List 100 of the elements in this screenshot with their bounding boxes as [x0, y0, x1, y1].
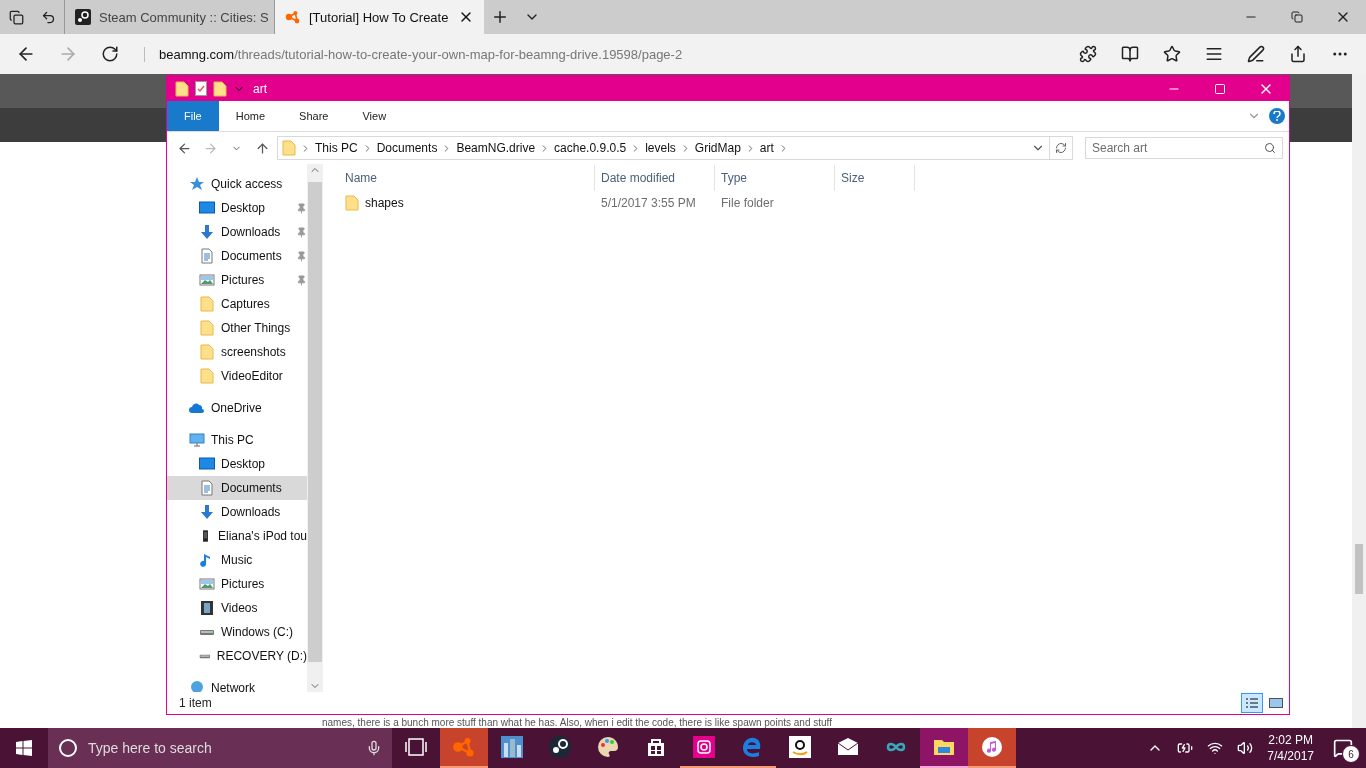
desktop-icon	[199, 456, 215, 472]
post-text: names, there is a bunch more stuff than what he has. Also, when i edit the code, there is like spawn points and stuff	[321, 717, 833, 728]
clock-date[interactable]: 7/4/2017	[1267, 748, 1314, 764]
pictures-icon	[199, 272, 215, 288]
scrollbar[interactable]	[1352, 74, 1366, 728]
nav-item[interactable]: Videos	[167, 596, 307, 620]
ribbon-tab[interactable]: Home	[218, 101, 283, 131]
browser-tab[interactable]: [Tutorial] How To Create	[274, 0, 484, 34]
action-center-button[interactable]: 6	[1328, 733, 1358, 763]
steam-icon	[75, 9, 91, 25]
breadcrumb[interactable]: art	[759, 141, 774, 155]
nav-item[interactable]: Eliana's iPod tou	[167, 524, 307, 548]
globe-icon	[189, 680, 205, 692]
column-header[interactable]: Size	[835, 165, 915, 191]
restore-icon[interactable]	[1291, 11, 1303, 23]
document-icon	[199, 248, 215, 264]
folder-icon	[282, 140, 296, 156]
nav-item[interactable]: Desktop	[167, 452, 307, 476]
nav-item[interactable]: Desktop	[167, 196, 307, 220]
new-tab-icon[interactable]	[491, 8, 509, 26]
help-icon[interactable]	[1269, 108, 1285, 124]
nav-item[interactable]: Downloads	[167, 220, 307, 244]
shopping-icon	[788, 735, 812, 759]
nav-item[interactable]: Captures	[167, 292, 307, 316]
nav-item[interactable]: Pictures	[167, 268, 307, 292]
breadcrumb[interactable]: cache.0.9.0.5	[554, 141, 627, 155]
folder-icon	[345, 195, 359, 211]
pen-icon[interactable]	[1247, 45, 1265, 63]
nav-item[interactable]: OneDrive	[167, 396, 307, 420]
taskbar-app[interactable]	[920, 728, 968, 768]
back-icon[interactable]	[176, 140, 192, 156]
clock-time[interactable]: 2:02 PM	[1268, 732, 1313, 748]
details-view-button[interactable]	[1241, 693, 1263, 713]
taskbar-search-field[interactable]: Type here to search	[48, 728, 392, 768]
cortana-circle-icon	[58, 738, 78, 758]
window-title: art	[253, 81, 268, 96]
search-field[interactable]: Search art	[1085, 137, 1283, 159]
nav-item[interactable]: Documents	[167, 476, 307, 500]
column-header[interactable]: Type	[715, 165, 835, 191]
maximize-icon[interactable]	[1214, 82, 1226, 95]
camera-icon	[692, 735, 716, 759]
up-icon[interactable]	[254, 140, 270, 156]
battery-icon[interactable]	[1177, 740, 1194, 756]
city-icon	[500, 735, 524, 759]
download-icon	[199, 224, 215, 240]
breadcrumb[interactable]: This PC	[315, 141, 358, 155]
notifications-icon	[1333, 738, 1353, 758]
palette-icon	[596, 735, 620, 759]
folder-icon	[199, 320, 215, 336]
desktop-icon	[199, 200, 215, 216]
nav-item[interactable]: VideoEditor	[167, 364, 307, 388]
breadcrumb[interactable]: BeamNG.drive	[456, 141, 536, 155]
date-modified: 5/1/2017 3:55 PM	[600, 196, 697, 210]
breadcrumb[interactable]: levels	[645, 141, 676, 155]
film-icon	[199, 600, 215, 616]
star-icon[interactable]	[1163, 45, 1181, 63]
nav-item[interactable]: Other Things	[167, 316, 307, 340]
breadcrumb[interactable]: Documents	[376, 141, 438, 155]
pictures-icon	[199, 576, 215, 592]
star-icon	[189, 176, 205, 192]
ribbon-tab[interactable]: View	[345, 101, 404, 131]
tabs-icon[interactable]	[8, 9, 24, 25]
file-name[interactable]: shapes	[339, 195, 595, 211]
puzzle-icon[interactable]	[1079, 45, 1097, 63]
properties-icon[interactable]	[195, 81, 207, 96]
nav-item[interactable]: Pictures	[167, 572, 307, 596]
nav-item[interactable]: screenshots	[167, 340, 307, 364]
drive-icon	[199, 652, 211, 660]
drive-icon	[199, 628, 215, 636]
monitor-icon	[189, 432, 205, 448]
nav-item[interactable]: Music	[167, 548, 307, 572]
ribbon-tab[interactable]: Share	[282, 101, 346, 131]
download-icon	[199, 504, 215, 520]
nav-item[interactable]: Documents	[167, 244, 307, 268]
set-aside-icon[interactable]	[40, 9, 56, 25]
nav-item[interactable]: RECOVERY (D:)	[167, 644, 307, 668]
nav-item[interactable]: Quick access	[167, 172, 307, 196]
hub-icon[interactable]	[1205, 45, 1223, 63]
nav-item[interactable]: Downloads	[167, 500, 307, 524]
document-icon	[199, 480, 215, 496]
share-icon[interactable]	[1289, 45, 1307, 63]
nav-item[interactable]: Network	[167, 676, 307, 692]
address-field[interactable]: This PC Documents BeamNG.drive cache.0.9.0.5 levels GridMap art	[277, 136, 1073, 160]
file-menu-button[interactable]: File	[167, 101, 219, 131]
file-type: File folder	[720, 196, 775, 210]
folder-icon	[199, 344, 215, 360]
book-icon[interactable]	[1121, 45, 1139, 63]
task-view-icon	[404, 735, 428, 759]
breadcrumb[interactable]: GridMap	[694, 141, 741, 155]
wifi-icon[interactable]	[1207, 740, 1224, 756]
folder-icon	[213, 80, 227, 97]
folder-icon	[199, 368, 215, 384]
column-header[interactable]: Name	[339, 165, 595, 191]
volume-icon[interactable]	[1237, 740, 1254, 756]
nav-item[interactable]: Windows (C:)	[167, 620, 307, 644]
microphone-icon[interactable]	[366, 740, 382, 756]
refresh-icon[interactable]	[101, 45, 119, 63]
nav-item[interactable]: This PC	[167, 428, 307, 452]
column-header[interactable]: Date modified	[595, 165, 715, 191]
steam-icon	[548, 735, 572, 759]
